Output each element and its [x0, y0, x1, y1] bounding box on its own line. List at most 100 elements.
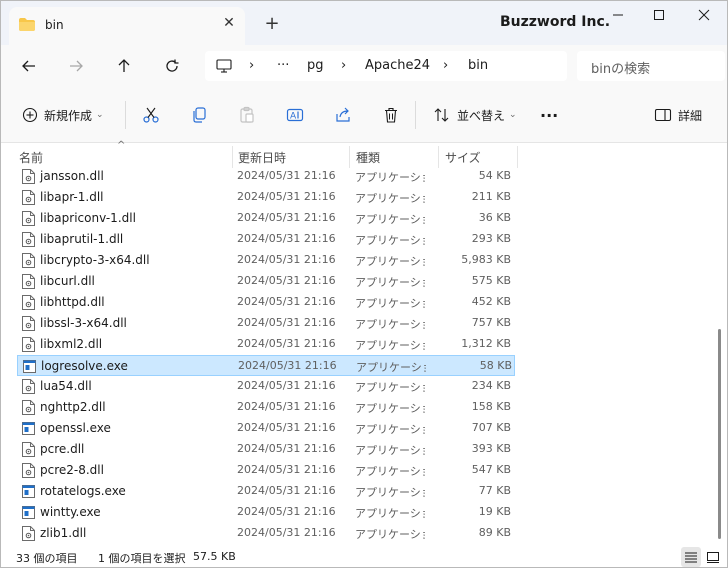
details-view-icon[interactable] — [681, 547, 701, 567]
file-row[interactable]: libaprutil-1.dll 2024/05/31 21:16 アプリケーショ.… — [17, 229, 515, 250]
breadcrumb-item-pg[interactable]: pg — [307, 58, 324, 73]
file-row[interactable]: rotatelogs.exe 2024/05/31 21:16 アプリケーション 77… — [17, 481, 515, 502]
rename-button[interactable]: A — [286, 103, 304, 127]
selection-count: 1 個の項目を選択 — [98, 552, 186, 565]
details-pane-button[interactable]: 詳細 — [654, 103, 702, 127]
sort-button[interactable]: 並べ替え ⌄ — [433, 103, 517, 127]
file-type: アプリケーショ... — [355, 171, 425, 184]
new-button[interactable]: 新規作成 ⌄ — [22, 103, 104, 127]
file-date: 2024/05/31 21:16 — [237, 463, 336, 476]
dll-file-icon — [22, 316, 35, 331]
breadcrumb-item-bin[interactable]: bin — [468, 58, 488, 73]
refresh-icon[interactable] — [159, 53, 185, 79]
column-header-type[interactable]: 種類 — [356, 149, 380, 166]
tab-bin[interactable]: bin ✕ — [9, 7, 245, 45]
file-row[interactable]: libhttpd.dll 2024/05/31 21:16 アプリケーショ... 45… — [17, 292, 515, 313]
file-row[interactable]: libcurl.dll 2024/05/31 21:16 アプリケーショ... 575… — [17, 271, 515, 292]
file-row[interactable]: lua54.dll 2024/05/31 21:16 アプリケーショ... 234 K… — [17, 376, 515, 397]
file-type: アプリケーショ... — [355, 234, 425, 247]
dll-file-icon — [22, 274, 35, 289]
vertical-scrollbar[interactable] — [718, 329, 721, 539]
file-row[interactable]: logresolve.exe 2024/05/31 21:16 アプリケーション 58… — [17, 355, 515, 376]
file-row[interactable]: pcre.dll 2024/05/31 21:16 アプリケーショ... 393 KB — [17, 439, 515, 460]
column-divider[interactable] — [517, 146, 518, 168]
file-type: アプリケーション — [356, 361, 426, 374]
up-arrow-icon[interactable] — [111, 53, 137, 79]
column-divider[interactable] — [349, 146, 350, 168]
file-type: アプリケーショ... — [355, 528, 425, 541]
column-header-size[interactable]: サイズ — [445, 149, 481, 166]
file-row[interactable]: zlib1.dll 2024/05/31 21:16 アプリケーショ... 89 KB — [17, 523, 515, 544]
file-name: openssl.exe — [40, 421, 111, 435]
file-row[interactable]: libapr-1.dll 2024/05/31 21:16 アプリケーショ... 21… — [17, 187, 515, 208]
file-date: 2024/05/31 21:16 — [237, 274, 336, 287]
window-close-icon[interactable] — [689, 7, 719, 27]
file-date: 2024/05/31 21:16 — [237, 484, 336, 497]
file-date: 2024/05/31 21:16 — [237, 337, 336, 350]
maximize-icon[interactable] — [644, 7, 674, 27]
file-size: 452 KB — [471, 295, 511, 308]
new-label: 新規作成 — [44, 108, 93, 123]
application-icon — [23, 360, 36, 373]
more-options-button[interactable]: ··· — [540, 103, 558, 127]
search-input[interactable]: binの検索 — [577, 51, 725, 81]
minimize-icon[interactable] — [603, 7, 633, 27]
column-divider[interactable] — [232, 146, 233, 168]
svg-text:A: A — [290, 112, 297, 122]
share-button[interactable] — [334, 103, 352, 127]
close-icon[interactable]: ✕ — [221, 15, 237, 31]
file-name: libcrypto-3-x64.dll — [40, 253, 150, 267]
back-arrow-icon[interactable] — [16, 53, 42, 79]
file-type: アプリケーショ... — [355, 255, 425, 268]
file-name: libhttpd.dll — [40, 295, 105, 309]
file-type: アプリケーション — [355, 423, 425, 436]
forward-arrow-icon[interactable] — [63, 53, 89, 79]
file-date: 2024/05/31 21:16 — [237, 295, 336, 308]
file-size: 58 KB — [479, 359, 512, 372]
plus-icon[interactable]: + — [263, 15, 281, 33]
breadcrumb-item-apache24[interactable]: Apache24 — [365, 58, 430, 73]
cut-button[interactable] — [142, 103, 160, 127]
file-row[interactable]: jansson.dll 2024/05/31 21:16 アプリケーショ... 54 … — [17, 166, 515, 187]
file-type: アプリケーショ... — [355, 318, 425, 331]
paste-button[interactable] — [238, 103, 256, 127]
address-bar[interactable]: › ··· pg › Apache24 › bin — [205, 51, 567, 81]
copy-button[interactable] — [190, 103, 208, 127]
file-name: libapriconv-1.dll — [40, 211, 136, 225]
application-icon — [22, 485, 35, 498]
file-row[interactable]: libxml2.dll 2024/05/31 21:16 アプリケーショ... 1,3… — [17, 334, 515, 355]
file-date: 2024/05/31 21:16 — [237, 169, 336, 182]
column-header-name[interactable]: 名前 — [19, 149, 43, 166]
file-row[interactable]: pcre2-8.dll 2024/05/31 21:16 アプリケーショ... 547… — [17, 460, 515, 481]
navigation-bar: › ··· pg › Apache24 › bin binの検索 — [1, 45, 727, 87]
column-divider[interactable] — [438, 146, 439, 168]
file-type: アプリケーショ... — [355, 402, 425, 415]
file-row[interactable]: libssl-3-x64.dll 2024/05/31 21:16 アプリケーショ.… — [17, 313, 515, 334]
copy-icon — [193, 107, 206, 123]
file-row[interactable]: nghttp2.dll 2024/05/31 21:16 アプリケーショ... 158… — [17, 397, 515, 418]
toolbar-divider — [125, 101, 126, 129]
delete-button[interactable] — [382, 103, 400, 127]
file-row[interactable]: wintty.exe 2024/05/31 21:16 アプリケーション 19 KB — [17, 502, 515, 523]
computer-icon — [216, 59, 232, 73]
file-date: 2024/05/31 21:16 — [237, 253, 336, 266]
trash-icon — [385, 107, 397, 123]
file-row[interactable]: libapriconv-1.dll 2024/05/31 21:16 アプリケーショ… — [17, 208, 515, 229]
file-row[interactable]: libcrypto-3-x64.dll 2024/05/31 21:16 アプリケー… — [17, 250, 515, 271]
file-row[interactable]: openssl.exe 2024/05/31 21:16 アプリケーション 707 K… — [17, 418, 515, 439]
file-size: 293 KB — [471, 232, 511, 245]
dll-file-icon — [22, 337, 35, 352]
column-header-date[interactable]: 更新日時 — [238, 149, 286, 166]
large-icons-view-icon[interactable] — [703, 547, 723, 567]
file-size: 36 KB — [478, 211, 511, 224]
chevron-right-icon: › — [443, 58, 449, 73]
file-size: 158 KB — [471, 400, 511, 413]
sort-icon — [434, 108, 449, 122]
breadcrumb-ellipsis[interactable]: ··· — [277, 58, 289, 73]
file-explorer-window: bin ✕ + Buzzword Inc. › ··· pg › Apache2… — [0, 0, 728, 568]
dll-file-icon — [22, 379, 35, 394]
file-type: アプリケーショ... — [355, 192, 425, 205]
file-date: 2024/05/31 21:16 — [237, 190, 336, 203]
application-icon — [22, 506, 35, 519]
file-size: 5,983 KB — [461, 253, 511, 266]
